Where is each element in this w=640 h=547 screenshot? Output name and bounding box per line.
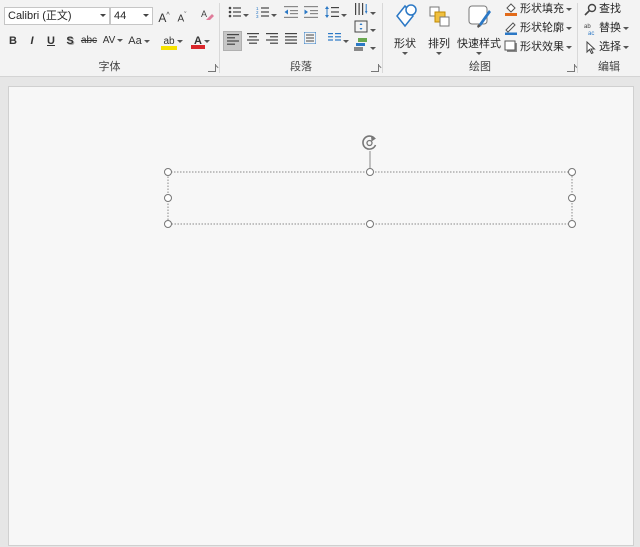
decrease-indent-button[interactable] [282, 6, 300, 24]
shape-fill-button[interactable]: 形状填充 [504, 0, 572, 18]
select-button[interactable]: 选择 [584, 38, 629, 56]
svg-text:A: A [201, 9, 207, 19]
font-group-label: 字体 [98, 61, 121, 73]
font-size-value: 44 [114, 10, 127, 22]
pointer-icon [586, 40, 596, 54]
align-left-button[interactable] [223, 31, 242, 51]
font-dialog-launcher[interactable] [208, 64, 216, 72]
replace-icon: abac [584, 24, 594, 37]
paragraph-dialog-launcher[interactable] [371, 64, 379, 72]
smartart-button[interactable] [353, 38, 377, 56]
svg-text:ac: ac [588, 31, 594, 35]
font-color-button[interactable]: A [189, 32, 215, 50]
arrange-button[interactable]: 排列 [421, 2, 457, 55]
text-direction-icon [355, 3, 368, 15]
text-shadow-button[interactable]: S [63, 32, 77, 50]
align-left-icon [226, 34, 239, 45]
drawing-group-label: 绘图 [469, 61, 491, 73]
char-spacing-button[interactable]: AV [101, 32, 125, 50]
resize-handle-left[interactable] [164, 194, 172, 202]
highlight-button[interactable]: ab [160, 32, 186, 50]
pen-outline-icon [505, 22, 517, 36]
resize-handle-bottom-right[interactable] [568, 220, 576, 228]
rotate-handle-icon[interactable] [359, 132, 381, 154]
search-icon [584, 3, 597, 16]
drawing-dialog-launcher[interactable] [567, 64, 575, 72]
shapes-button[interactable]: 形状 [387, 2, 423, 55]
paint-bucket-icon [505, 3, 517, 17]
align-right-icon [266, 33, 278, 44]
svg-text:ab: ab [584, 24, 591, 30]
svg-text:3: 3 [256, 14, 259, 18]
resize-handle-top-right[interactable] [568, 168, 576, 176]
shapes-icon [396, 4, 417, 28]
resize-handle-top-left[interactable] [164, 168, 172, 176]
align-text-icon [354, 20, 368, 33]
line-spacing-button[interactable] [323, 6, 349, 24]
arrange-icon [429, 6, 450, 27]
shape-outline-button[interactable]: 形状轮廓 [504, 19, 572, 37]
columns-icon [327, 33, 341, 41]
quick-styles-button[interactable]: 快速样式 [455, 2, 503, 55]
chevron-down-icon [143, 14, 149, 17]
grow-font-button[interactable]: A^ [156, 7, 172, 25]
resize-handle-top[interactable] [366, 168, 374, 176]
slide-canvas[interactable] [8, 86, 634, 546]
distributed-icon [303, 31, 317, 45]
resize-handle-bottom-left[interactable] [164, 220, 172, 228]
justify-icon [285, 33, 297, 44]
strikethrough-button[interactable]: abc [80, 32, 98, 50]
font-color-bar [191, 45, 206, 49]
change-case-button[interactable]: Aa [127, 32, 151, 50]
clear-format-button[interactable]: A [199, 7, 215, 25]
highlight-color-bar [161, 46, 178, 50]
editing-group: 查找 ab ac 替换 选择 编辑 [578, 0, 640, 76]
increase-indent-button[interactable] [302, 6, 320, 24]
find-button[interactable]: 查找 [584, 0, 621, 18]
shape-effects-icon [504, 40, 517, 53]
columns-button[interactable] [325, 32, 351, 50]
chevron-down-icon [100, 14, 106, 17]
font-group: Calibri (正文) 44 A^ Aˇ A B I U S abc AV A… [0, 0, 219, 76]
selection-frame [167, 151, 573, 225]
paragraph-group: 123 段落 [220, 0, 382, 76]
italic-button[interactable]: I [25, 32, 39, 50]
clear-format-icon: A [201, 9, 214, 20]
align-center-button[interactable] [244, 32, 262, 50]
text-box-placeholder[interactable] [169, 173, 571, 223]
quick-styles-icon [468, 5, 491, 28]
font-name-combo[interactable]: Calibri (正文) [4, 7, 110, 25]
bullets-icon [228, 6, 241, 18]
line-spacing-icon [325, 6, 339, 18]
text-direction-button[interactable] [353, 2, 377, 20]
distributed-button[interactable] [301, 31, 319, 50]
increase-indent-icon [304, 6, 318, 18]
drawing-group: 形状 排列 快速样式 形状填充 形状轮廓 形状效果 绘图 [383, 0, 577, 76]
font-size-combo[interactable]: 44 [110, 7, 153, 25]
paragraph-group-label: 段落 [290, 61, 312, 73]
ribbon: Calibri (正文) 44 A^ Aˇ A B I U S abc AV A… [0, 0, 640, 77]
smartart-icon [354, 38, 367, 51]
shape-effects-button[interactable]: 形状效果 [504, 38, 572, 56]
align-text-button[interactable] [353, 20, 377, 38]
bullets-button[interactable] [225, 6, 251, 24]
font-name-value: Calibri (正文) [8, 10, 72, 22]
justify-button[interactable] [282, 32, 300, 50]
editing-group-label: 编辑 [598, 61, 620, 73]
replace-button[interactable]: ab ac 替换 [584, 19, 629, 37]
align-center-icon [247, 33, 259, 44]
shrink-font-button[interactable]: Aˇ [175, 7, 189, 25]
resize-handle-right[interactable] [568, 194, 576, 202]
resize-handle-bottom[interactable] [366, 220, 374, 228]
numbering-button[interactable]: 123 [253, 6, 279, 24]
numbering-icon: 123 [256, 6, 269, 19]
underline-button[interactable]: U [44, 32, 58, 50]
align-right-button[interactable] [263, 32, 281, 50]
bold-button[interactable]: B [6, 32, 20, 50]
decrease-indent-icon [284, 6, 298, 18]
